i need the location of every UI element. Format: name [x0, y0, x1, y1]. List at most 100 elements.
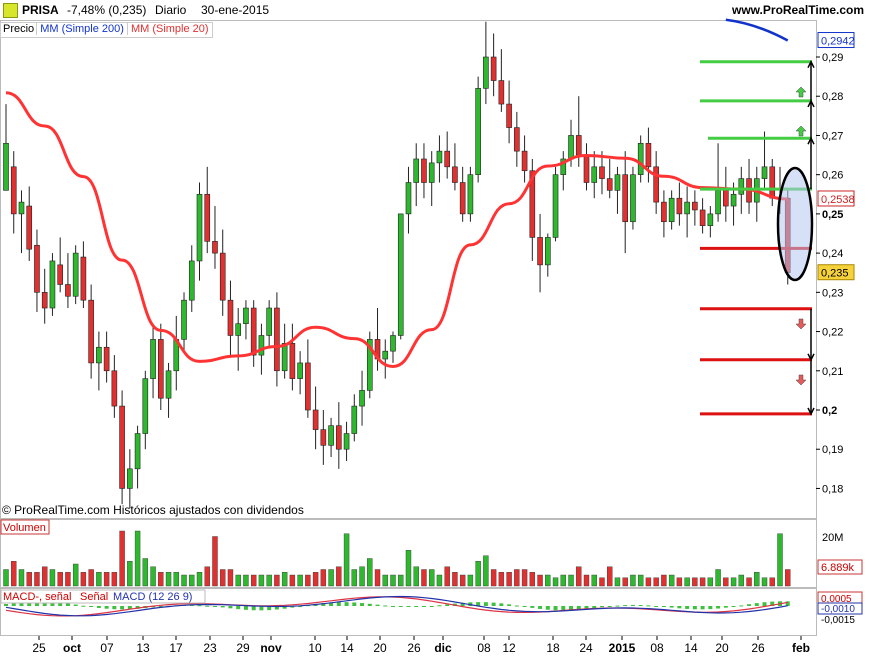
candle-body — [134, 433, 141, 470]
macd-histogram-bar — [708, 606, 713, 610]
volume-bar — [243, 574, 249, 587]
candle-body — [219, 252, 226, 301]
candle-body — [119, 405, 125, 489]
volume-bar — [405, 550, 412, 587]
volume-bar — [568, 574, 574, 587]
candle-body — [103, 346, 110, 372]
volume-bar — [65, 572, 71, 587]
volume-bar — [320, 569, 327, 587]
candle-body — [630, 174, 636, 223]
volume-bar — [158, 572, 164, 587]
candle-body — [26, 205, 33, 250]
x-tick-label: 08 — [477, 641, 491, 655]
candle-body — [127, 468, 133, 489]
macd-histogram-bar — [638, 605, 643, 607]
volume-bar — [235, 574, 241, 587]
candle-body — [10, 166, 17, 215]
macd-histogram-bar — [491, 602, 496, 606]
price-tick-label: 0,21 — [822, 366, 843, 378]
volume-bar — [769, 577, 775, 587]
x-tick-label: 20 — [715, 641, 729, 655]
candle-body — [320, 429, 327, 446]
macd-histogram-bar — [599, 606, 604, 608]
macd-indicator-title: MACD (12 26 9) — [113, 591, 192, 603]
candle-body — [351, 405, 358, 434]
macd-histogram-bar — [65, 603, 70, 606]
volume-bar — [452, 572, 458, 587]
candle-body — [622, 174, 629, 223]
legend-price[interactable]: Precio — [1, 23, 36, 35]
candle-body — [645, 142, 652, 168]
volume-bar — [227, 569, 234, 587]
candle-body — [227, 299, 234, 336]
macd-signal-title: Señal — [80, 591, 108, 603]
macd-histogram-bar — [646, 605, 651, 607]
x-tick-label: 13 — [136, 641, 150, 655]
volume-bar — [212, 536, 218, 587]
volume-bar — [692, 577, 698, 587]
price-tick-label: 0,29 — [822, 52, 843, 64]
x-tick-label: nov — [260, 641, 282, 655]
candle-body — [575, 135, 582, 156]
x-tick-label: 18 — [546, 641, 560, 655]
macd-histogram-bar — [73, 604, 78, 606]
ma20-value-label: 0,2538 — [821, 194, 855, 206]
price-chart: 0,29 0,28 0,27 0,26 0,25 0,24 0,23 0,22 0,21 0,2 0… — [0, 18, 863, 655]
volume-bar — [661, 574, 667, 587]
macd-histogram-bar — [429, 606, 434, 607]
symbol-label: PRISA — [22, 3, 59, 17]
volume-bar — [498, 572, 505, 587]
macd-histogram-bar — [530, 606, 535, 608]
volume-bar — [421, 569, 427, 587]
volume-last-label: 6.889k — [821, 562, 855, 574]
last-price-label: 0,235 — [821, 268, 849, 280]
x-tick-label: 2015 — [609, 641, 636, 655]
legend-ma20[interactable]: MM (Simple 20) — [126, 23, 212, 35]
candle-body — [57, 264, 63, 285]
candle-body — [181, 299, 187, 340]
volume-bar — [57, 572, 63, 587]
macd-histogram-bar — [522, 606, 527, 607]
date-label: 30-ene-2015 — [201, 3, 270, 17]
macd-histogram-bar — [623, 605, 628, 607]
candle-body — [212, 241, 218, 254]
candle-body — [421, 158, 427, 183]
candle-body — [96, 346, 102, 364]
candle-body — [591, 166, 598, 183]
macd-histogram-bar — [607, 606, 612, 607]
candle-body — [65, 284, 71, 297]
volume-bar — [173, 572, 179, 587]
candle-body — [41, 292, 48, 309]
volume-bar — [196, 572, 203, 587]
volume-bar — [444, 566, 450, 587]
candle-body — [475, 88, 481, 175]
x-tick-label: 26 — [751, 641, 765, 655]
candle-body — [723, 190, 729, 207]
candle-body — [34, 244, 40, 293]
candle-body — [150, 339, 156, 379]
price-tick-label: 0,24 — [822, 248, 843, 260]
candle-body — [3, 142, 9, 191]
macd-histogram-bar — [383, 605, 388, 607]
candle-body — [235, 323, 241, 336]
volume-bar — [189, 574, 195, 587]
legend-ma200[interactable]: MM (Simple 200) — [36, 23, 127, 35]
candle-body — [661, 201, 667, 223]
volume-bar — [359, 566, 365, 587]
change-label: -7,48% (0,235) — [67, 3, 147, 17]
site-label[interactable]: www.ProRealTime.com — [732, 3, 864, 17]
volume-bar — [127, 561, 133, 587]
candle-body — [312, 409, 319, 430]
macd-histogram-bar — [669, 606, 674, 608]
candle-body — [521, 150, 528, 172]
macd-histogram-bar — [197, 605, 202, 607]
candle-body — [498, 80, 505, 105]
down-arrow-icon — [795, 374, 807, 386]
candle-body — [692, 201, 698, 211]
volume-bar — [11, 561, 17, 587]
volume-bar — [723, 577, 729, 587]
volume-bar — [699, 577, 706, 587]
x-tick-label: 20 — [373, 641, 387, 655]
candle-body — [452, 166, 458, 183]
candle-body — [506, 103, 512, 128]
